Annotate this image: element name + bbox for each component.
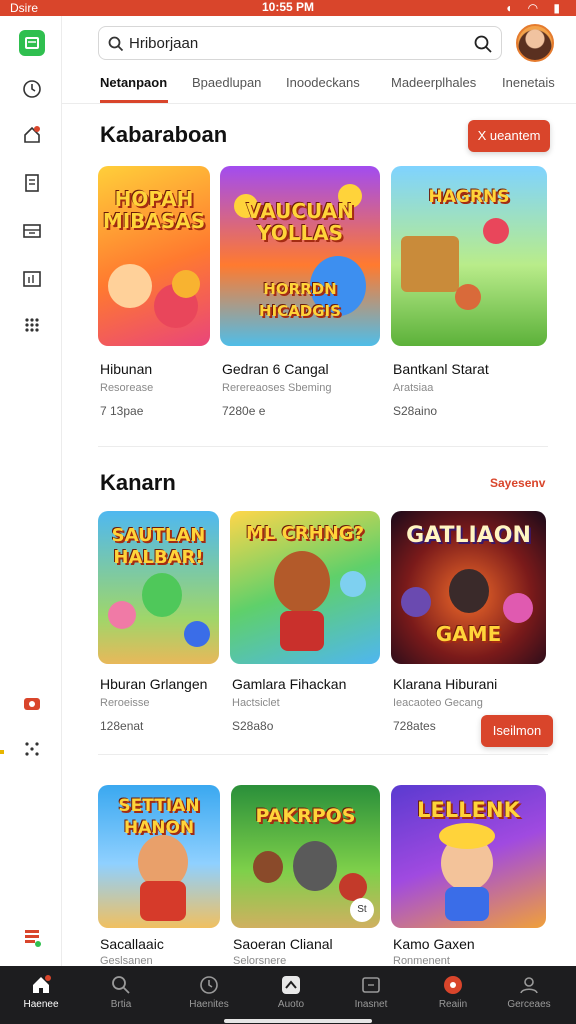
nav-profile[interactable]: Gerceaes (494, 974, 564, 1010)
game-subtitle: Hactsiclet (232, 697, 280, 709)
user-icon (520, 977, 538, 994)
nav-search-label: Brtia (110, 999, 132, 1010)
card-art-title: GATLIAON (406, 523, 531, 548)
game-title[interactable]: Saoeran Clianal (233, 936, 333, 952)
clock-icon (200, 976, 218, 994)
card-art-title: VAUCUAN YOLLAS (246, 199, 354, 245)
game-card[interactable]: SAUTLAN HALBAR! (98, 511, 219, 664)
card-art-title: PAKRPOS (255, 805, 356, 827)
game-meta: 728ates (393, 719, 436, 733)
nav-search[interactable]: Brtia (86, 974, 156, 1010)
card-badge: St (350, 898, 374, 922)
search-submit-icon[interactable] (473, 34, 493, 54)
game-title[interactable]: Sacallaaic (100, 936, 164, 952)
card-art-subtitle: GAME (435, 622, 502, 646)
tab-0[interactable]: Netanpaon (100, 75, 167, 90)
home-indicator (224, 1019, 372, 1023)
search-bar[interactable]: Hriborjaan (98, 26, 502, 60)
game-card[interactable]: VAUCUAN YOLLAS HORRDN HICADGIS (220, 166, 380, 346)
card-art-title: LELLENK (417, 798, 520, 822)
section-divider (98, 754, 548, 755)
clock-label: 10:55 PM (261, 0, 315, 14)
section-action-button[interactable]: Iseilmon (481, 715, 553, 747)
game-meta: 7280e e (222, 404, 266, 418)
game-card[interactable]: HOPAH MIBASAS (98, 166, 210, 346)
nav-app-label: Auoto (277, 999, 305, 1010)
game-card[interactable]: HAGRNS (391, 166, 547, 346)
card-art-subtitle: HORRDN HICADGIS (259, 280, 341, 320)
see-all-link[interactable]: Sayesenv (490, 476, 545, 490)
side-rail (0, 16, 62, 966)
game-meta: 7 13pae (100, 404, 144, 418)
tab-2[interactable]: Inoodeckans (286, 75, 360, 90)
nav-home[interactable]: Haenee (6, 974, 76, 1010)
card-art-title: ML CRHNG? (245, 523, 365, 544)
app-icon (282, 976, 300, 994)
section-action-button[interactable]: X ueantem (468, 120, 550, 152)
section-title: Kanarn (100, 470, 176, 495)
game-subtitle: Reroeisse (100, 697, 150, 709)
game-title[interactable]: Hibunan (100, 361, 152, 377)
grid-dots-icon[interactable] (19, 312, 45, 338)
camera-icon[interactable] (19, 690, 45, 716)
game-subtitle: Aratsiaa (393, 382, 434, 394)
nav-history[interactable]: Haenites (174, 974, 244, 1010)
card-art-title: HOPAH MIBASAS (102, 187, 206, 233)
game-title[interactable]: Hburan Grlangen (100, 676, 207, 692)
chart-icon[interactable] (19, 266, 45, 292)
nav-record[interactable]: Reaiin (418, 974, 488, 1010)
list-icon[interactable] (19, 924, 45, 950)
app-logo-icon[interactable] (19, 30, 45, 56)
avatar[interactable] (516, 24, 554, 62)
game-card[interactable]: SETTIAN HANON (98, 785, 220, 928)
status-icons: ◖ ◠ ▮ (505, 1, 566, 15)
nav-history-label: Haenites (189, 999, 229, 1010)
game-title[interactable]: Klarana Hiburani (393, 676, 497, 692)
tab-3[interactable]: Madeerplhales (391, 75, 476, 90)
section-divider (98, 446, 548, 447)
game-subtitle: Rerereaoses Sbeming (222, 382, 332, 394)
nav-app[interactable]: Auoto (256, 974, 326, 1010)
nav-profile-label: Gerceaes (507, 999, 551, 1010)
game-title[interactable]: Gamlara Fihackan (232, 676, 346, 692)
clock-icon[interactable] (19, 76, 45, 102)
nav-tv-label: Inasnet (354, 999, 388, 1010)
inbox-icon[interactable] (19, 218, 45, 244)
game-card[interactable]: ML CRHNG? (230, 511, 380, 664)
card-art-title: SAUTLAN HALBAR! (111, 525, 206, 568)
search-input[interactable]: Hriborjaan (129, 35, 198, 52)
document-icon[interactable] (19, 170, 45, 196)
nav-record-label: Reaiin (438, 999, 468, 1010)
game-meta: S28a8o (232, 719, 274, 733)
home-alert-icon[interactable] (19, 122, 45, 148)
nav-home-label: Haenee (23, 999, 59, 1010)
tab-4[interactable]: Inenetais (502, 75, 555, 90)
home-icon (33, 975, 51, 993)
card-art-title: HAGRNS (428, 187, 510, 207)
active-tab-indicator (100, 100, 168, 103)
dots-icon[interactable] (19, 736, 45, 762)
nav-tv[interactable]: Inasnet (336, 974, 406, 1010)
game-card[interactable]: LELLENK (391, 785, 546, 928)
game-title[interactable]: Bantkanl Starat (393, 361, 489, 377)
game-meta: S28aino (393, 404, 438, 418)
game-title[interactable]: Kamo Gaxen (393, 936, 475, 952)
game-meta: 128enat (100, 719, 144, 733)
category-tabs: Netanpaon Bpaedlupan Inoodeckans Madeerp… (62, 64, 576, 104)
bottom-nav: Haenee Brtia Haenites Auoto Inasnet Reai… (0, 966, 576, 1024)
search-icon (112, 976, 130, 994)
game-title[interactable]: Gedran 6 Cangal (222, 361, 329, 377)
edge-indicator (0, 750, 4, 754)
status-bar: Dsire 10:55 PM ◖ ◠ ▮ (0, 0, 576, 16)
record-icon (444, 976, 462, 994)
game-subtitle: Resorease (100, 382, 154, 394)
game-card[interactable]: GATLIAON GAME (391, 511, 546, 664)
section-title: Kabaraboan (100, 122, 228, 147)
game-subtitle: Ieacaoteo Gecang (393, 697, 483, 709)
card-art-title: SETTIAN HANON (118, 796, 200, 838)
search-icon (108, 36, 124, 52)
tab-1[interactable]: Bpaedlupan (192, 75, 261, 90)
tv-icon (362, 977, 380, 993)
game-card[interactable]: PAKRPOS St (231, 785, 380, 928)
